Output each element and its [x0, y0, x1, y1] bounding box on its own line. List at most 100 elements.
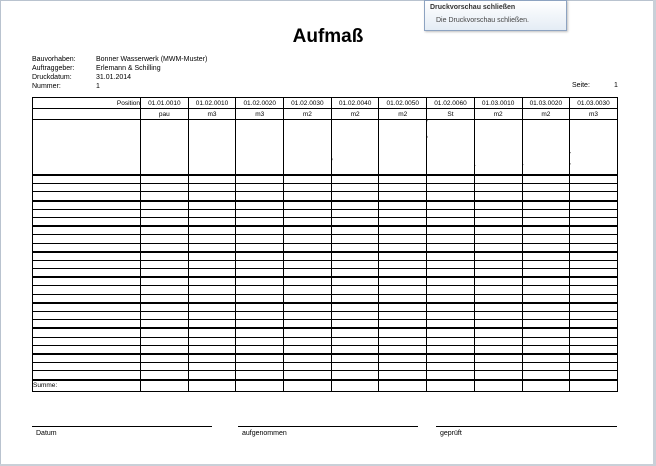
table-cell: [378, 327, 428, 338]
table-cell: [330, 174, 380, 185]
signature-label-aufgenommen: aufgenommen: [242, 430, 287, 437]
table-row: [32, 293, 618, 304]
position-cell: 01.02.0050: [378, 97, 428, 109]
table-cell: [187, 268, 237, 278]
description-text: Oberboden abtragen, lagern d= 30 cm Bode…: [285, 120, 287, 172]
table-cell: [187, 250, 237, 261]
tooltip-text: Die Druckvorschau schließen.: [436, 17, 529, 24]
table-cell: [521, 242, 571, 253]
unit-cell: m2: [283, 108, 332, 120]
sum-cell: [235, 378, 285, 392]
table-cell: [330, 319, 380, 329]
table-cell: [473, 352, 523, 364]
table-cell: [569, 336, 618, 346]
table-cell: [521, 225, 571, 236]
table-cell: [235, 336, 285, 346]
table-cell: [235, 208, 285, 218]
table-cell: [187, 362, 237, 372]
position-label: Position: [32, 97, 141, 109]
table-cell: [521, 327, 571, 338]
aufmass-table: Position 01.01.0010 01.02.0010 01.02.0020 01…: [32, 97, 618, 392]
table-cell: [330, 276, 380, 287]
table-cell: [330, 362, 380, 372]
table-cell: [569, 199, 618, 210]
table-cell: [330, 199, 380, 210]
unit-cell: m2: [473, 108, 523, 120]
table-cell: [32, 362, 141, 372]
table-cell: [521, 191, 571, 202]
table-cell: [32, 259, 141, 270]
table-cell: [378, 301, 428, 312]
table-cell: [283, 174, 332, 185]
table-cell: [140, 362, 189, 372]
description-cell: Oberboden abtragen, lagern d= 30 cm Bode…: [283, 119, 332, 176]
table-cell: [140, 216, 189, 227]
table-row: [32, 174, 618, 185]
table-cell: [32, 191, 141, 202]
table-cell: [426, 259, 475, 270]
table-cell: [140, 174, 189, 185]
position-cell: 01.01.0010: [140, 97, 189, 109]
page-number: Seite: 1: [572, 82, 618, 89]
table-cell: [569, 234, 618, 244]
table-cell: [32, 352, 141, 364]
meta-row-bauvorhaben: Bauvorhaben: Bonner Wasserwerk (MWM-Muste…: [32, 56, 208, 63]
position-cell: 01.03.0020: [521, 97, 571, 109]
page-number-label: Seite:: [572, 82, 590, 89]
table-cell: [187, 319, 237, 329]
table-cell: [330, 242, 380, 253]
table-cell: [378, 174, 428, 185]
table-cell: [235, 216, 285, 227]
meta-row-druckdatum: Druckdatum: 31.01.2014: [32, 74, 132, 82]
table-row: [32, 319, 618, 329]
table-cell: [569, 285, 618, 295]
table-cell: [330, 344, 380, 355]
description-text: Betrieb Wasserhaltungsanlage: [426, 119, 429, 172]
table-cell: [330, 208, 380, 218]
table-cell: [426, 336, 475, 346]
table-cell: [569, 208, 618, 218]
table-cell: [378, 276, 428, 287]
table-cell: [187, 344, 237, 355]
table-cell: [521, 301, 571, 312]
tooltip-title: Druckvorschau schließen: [430, 4, 516, 11]
table-cell: [32, 250, 141, 261]
table-cell: [140, 344, 189, 355]
project-info: Bauvorhaben: Bonner Wasserwerk (MWM-Muste…: [32, 55, 207, 91]
table-cell: [140, 183, 189, 193]
table-cell: [32, 225, 141, 236]
table-cell: [426, 208, 475, 218]
table-cell: [235, 344, 285, 355]
table-cell: [473, 242, 523, 253]
table-cell: [32, 216, 141, 227]
table-cell: [569, 242, 618, 253]
sum-row: Summe:: [32, 378, 618, 392]
table-cell: [283, 293, 332, 304]
table-cell: [32, 293, 141, 304]
table-row: [32, 276, 618, 287]
table-cell: [569, 216, 618, 227]
table-cell: [32, 276, 141, 287]
table-cell: [187, 183, 237, 193]
table-cell: [140, 301, 189, 312]
table-cell: [283, 225, 332, 236]
table-cell: [235, 293, 285, 304]
table-cell: [140, 370, 189, 380]
table-cell: [140, 285, 189, 295]
table-cell: [187, 293, 237, 304]
table-cell: [140, 208, 189, 218]
table-cell: [473, 370, 523, 380]
table-cell: [330, 310, 380, 321]
table-cell: [473, 174, 523, 185]
table-cell: [473, 199, 523, 210]
table-row: [32, 242, 618, 253]
table-cell: [473, 234, 523, 244]
table-cell: [569, 268, 618, 278]
table-cell: [330, 216, 380, 227]
table-cell: [187, 225, 237, 236]
table-cell: [426, 199, 475, 210]
table-cell: [378, 259, 428, 270]
table-row: [32, 362, 618, 372]
table-cell: [187, 285, 237, 295]
table-cell: [32, 174, 141, 185]
